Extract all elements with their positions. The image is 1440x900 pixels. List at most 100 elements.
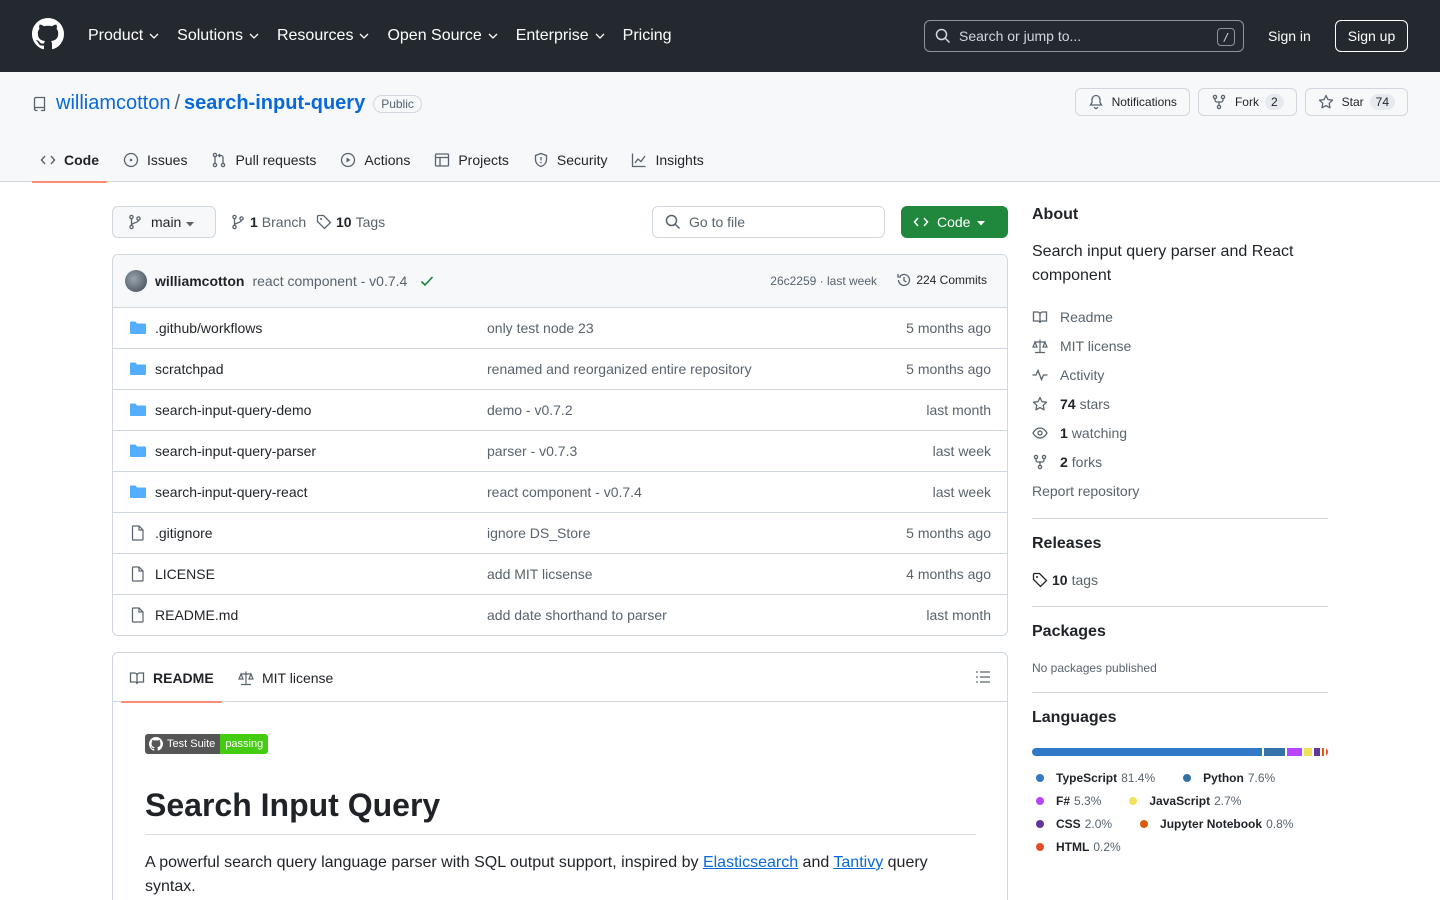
file-commit-message[interactable]: only test node 23 [487, 320, 594, 336]
file-name[interactable]: README.md [155, 607, 238, 623]
tantivy-link[interactable]: Tantivy [833, 854, 883, 871]
file-commit-message[interactable]: add MIT licsense [487, 566, 593, 582]
license-link[interactable]: MIT license [1032, 331, 1328, 360]
nav-pricing[interactable]: Pricing [623, 27, 672, 45]
file-row[interactable]: LICENSE add MIT licsense 4 months ago [113, 554, 1007, 595]
elasticsearch-link[interactable]: Elasticsearch [703, 854, 798, 871]
packages-heading[interactable]: Packages [1032, 623, 1328, 641]
file-row[interactable]: search-input-query-react react component … [113, 472, 1007, 513]
sign-in-link[interactable]: Sign in [1268, 28, 1311, 44]
code-icon [913, 217, 929, 227]
commit-meta[interactable]: 26c2259 · last week [770, 274, 877, 288]
star-button[interactable]: Star 74 [1304, 88, 1408, 116]
check-icon[interactable] [419, 273, 435, 289]
nav-product[interactable]: Product [88, 27, 160, 45]
go-to-file-input[interactable]: Go to file [652, 206, 885, 238]
file-row[interactable]: README.md add date shorthand to parser las… [113, 595, 1007, 635]
file-commit-message[interactable]: ignore DS_Store [487, 525, 591, 541]
file-commit-message[interactable]: renamed and reorganized entire repositor… [487, 361, 752, 377]
avatar[interactable] [125, 270, 147, 292]
tab-actions[interactable]: Actions [332, 138, 418, 182]
forks-link[interactable]: 2 forks [1032, 447, 1328, 476]
activity-link[interactable]: Activity [1032, 360, 1328, 389]
file-row[interactable]: .gitignore ignore DS_Store 5 months ago [113, 513, 1007, 554]
commit-message[interactable]: react component - v0.7.4 [252, 273, 407, 289]
file-name[interactable]: search-input-query-demo [155, 402, 311, 418]
repo-name-link[interactable]: search-input-query [184, 92, 365, 115]
commit-author[interactable]: williamcotton [155, 273, 244, 289]
file-name[interactable]: scratchpad [155, 361, 223, 377]
branches-link[interactable]: 1 Branch [230, 214, 306, 230]
file-row[interactable]: search-input-query-parser parser - v0.7.3… [113, 431, 1007, 472]
tab-pull-requests[interactable]: Pull requests [203, 138, 324, 182]
test-suite-badge[interactable]: Test Suite passing [145, 734, 269, 754]
tab-code[interactable]: Code [32, 138, 107, 183]
language-item[interactable]: Jupyter Notebook 0.8% [1136, 812, 1293, 835]
notifications-button[interactable]: Notifications [1074, 88, 1190, 116]
nav-solutions[interactable]: Solutions [177, 27, 260, 45]
releases-heading[interactable]: Releases [1032, 535, 1328, 553]
nav-resources[interactable]: Resources [277, 27, 370, 45]
language-percent: 7.6% [1247, 770, 1276, 785]
file-commit-date: last week [932, 484, 991, 500]
branch-label: Branch [261, 214, 307, 230]
report-repository-link[interactable]: Report repository [1032, 476, 1328, 505]
file-name[interactable]: .gitignore [155, 525, 213, 541]
file-commit-message[interactable]: add date shorthand to parser [487, 607, 667, 623]
commits-history-link[interactable]: 224 Commits [896, 272, 987, 288]
readme-intro: A powerful search query language parser … [145, 854, 928, 895]
repo-title: williamcotton / search-input-query Publi… [32, 92, 422, 115]
list-icon[interactable] [975, 669, 991, 685]
file-name[interactable]: LICENSE [155, 566, 215, 582]
file-row[interactable]: .github/workflows only test node 23 5 mont… [113, 308, 1007, 349]
branch-select-button[interactable]: main [112, 206, 216, 238]
pulse-icon [1032, 368, 1048, 381]
language-bar-segment [1314, 748, 1320, 756]
repo-owner-link[interactable]: williamcotton [56, 92, 170, 115]
sign-up-button[interactable]: Sign up [1335, 20, 1408, 52]
file-commit-message[interactable]: parser - v0.7.3 [487, 443, 577, 459]
global-search-input[interactable]: Search or jump to... / [924, 20, 1244, 52]
law-icon [1032, 339, 1048, 353]
file-name[interactable]: .github/workflows [155, 320, 262, 336]
language-color-dot [1140, 819, 1149, 828]
file-commit-message[interactable]: demo - v0.7.2 [487, 402, 573, 418]
tab-readme[interactable]: README [121, 653, 222, 703]
file-name[interactable]: search-input-query-parser [155, 443, 316, 459]
tab-insights[interactable]: Insights [623, 138, 711, 182]
file-row[interactable]: scratchpad renamed and reorganized entire… [113, 349, 1007, 390]
tab-projects[interactable]: Projects [426, 138, 517, 182]
language-item[interactable]: HTML 0.2% [1032, 835, 1121, 858]
fork-button[interactable]: Fork 2 [1197, 88, 1297, 116]
about-links: Readme MIT license Activity 74 stars 1 wat… [1032, 302, 1328, 505]
search-placeholder: Search or jump to... [959, 28, 1082, 44]
readme-link[interactable]: Readme [1032, 302, 1328, 331]
file-commit-message[interactable]: react component - v0.7.4 [487, 484, 642, 500]
stars-link[interactable]: 74 stars [1032, 389, 1328, 418]
tab-security[interactable]: Security [525, 138, 616, 182]
watching-link[interactable]: 1 watching [1032, 418, 1328, 447]
releases-tags-link[interactable]: 10 tags [1032, 565, 1328, 594]
visibility-badge: Public [373, 94, 422, 113]
folder-icon [130, 321, 146, 334]
nav-enterprise[interactable]: Enterprise [516, 27, 606, 45]
file-commit-date: 5 months ago [906, 361, 991, 377]
language-color-dot [1036, 796, 1044, 805]
book-icon [129, 671, 145, 684]
language-item[interactable]: F# 5.3% [1032, 789, 1101, 812]
file-row[interactable]: search-input-query-demo demo - v0.7.2 last… [113, 390, 1007, 431]
file-name[interactable]: search-input-query-react [155, 484, 308, 500]
nav-open-source[interactable]: Open Source [387, 27, 498, 45]
language-item[interactable]: Python 7.6% [1179, 766, 1275, 789]
github-logo-icon[interactable] [32, 18, 64, 50]
language-item[interactable]: JavaScript 2.7% [1125, 789, 1241, 812]
code-dropdown-button[interactable]: Code [901, 206, 1008, 238]
tags-link[interactable]: 10 Tags [316, 214, 385, 230]
tab-license[interactable]: MIT license [238, 653, 333, 702]
language-color-dot [1036, 773, 1044, 782]
language-item[interactable]: TypeScript 81.4% [1032, 766, 1155, 789]
repo-description: Search input query parser and React comp… [1032, 243, 1294, 284]
branch-count: 1 [250, 214, 258, 230]
language-item[interactable]: CSS 2.0% [1032, 812, 1112, 835]
tab-issues[interactable]: Issues [115, 138, 195, 182]
